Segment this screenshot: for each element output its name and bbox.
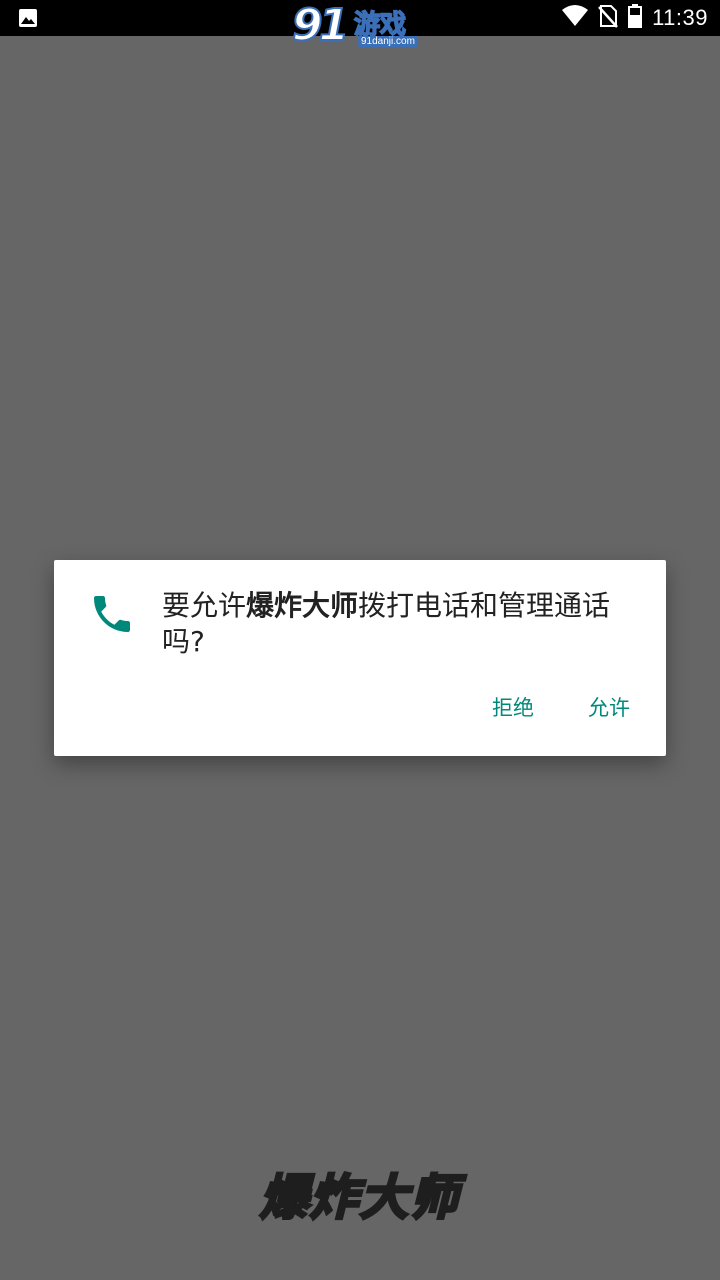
deny-button[interactable]: 拒绝	[486, 688, 540, 726]
game-title-logo: 爆炸大师	[258, 1169, 460, 1228]
watermark-logo: 91 游戏 91danji.com	[291, 0, 428, 52]
permission-dialog: 要允许爆炸大师拨打电话和管理通话吗? 拒绝 允许	[54, 560, 666, 756]
allow-button[interactable]: 允许	[582, 688, 636, 726]
watermark-url: 91danji.com	[358, 36, 418, 47]
battery-icon	[628, 4, 643, 32]
wifi-icon	[562, 5, 589, 31]
no-sim-icon	[598, 4, 619, 32]
watermark-number: 91	[291, 0, 350, 52]
status-time: 11:39	[652, 5, 708, 30]
screen: 11:39 91 游戏 91danji.com 要允许爆炸大师拨打电话和管理通话…	[0, 0, 720, 1280]
app-name: 爆炸大师	[246, 589, 359, 622]
dialog-actions: 拒绝 允许	[486, 688, 636, 726]
message-prefix: 要允许	[162, 589, 247, 622]
status-icons: 11:39	[562, 0, 708, 36]
image-notification-icon	[18, 8, 38, 28]
dialog-message: 要允许爆炸大师拨打电话和管理通话吗?	[162, 588, 646, 660]
phone-icon	[88, 590, 136, 638]
